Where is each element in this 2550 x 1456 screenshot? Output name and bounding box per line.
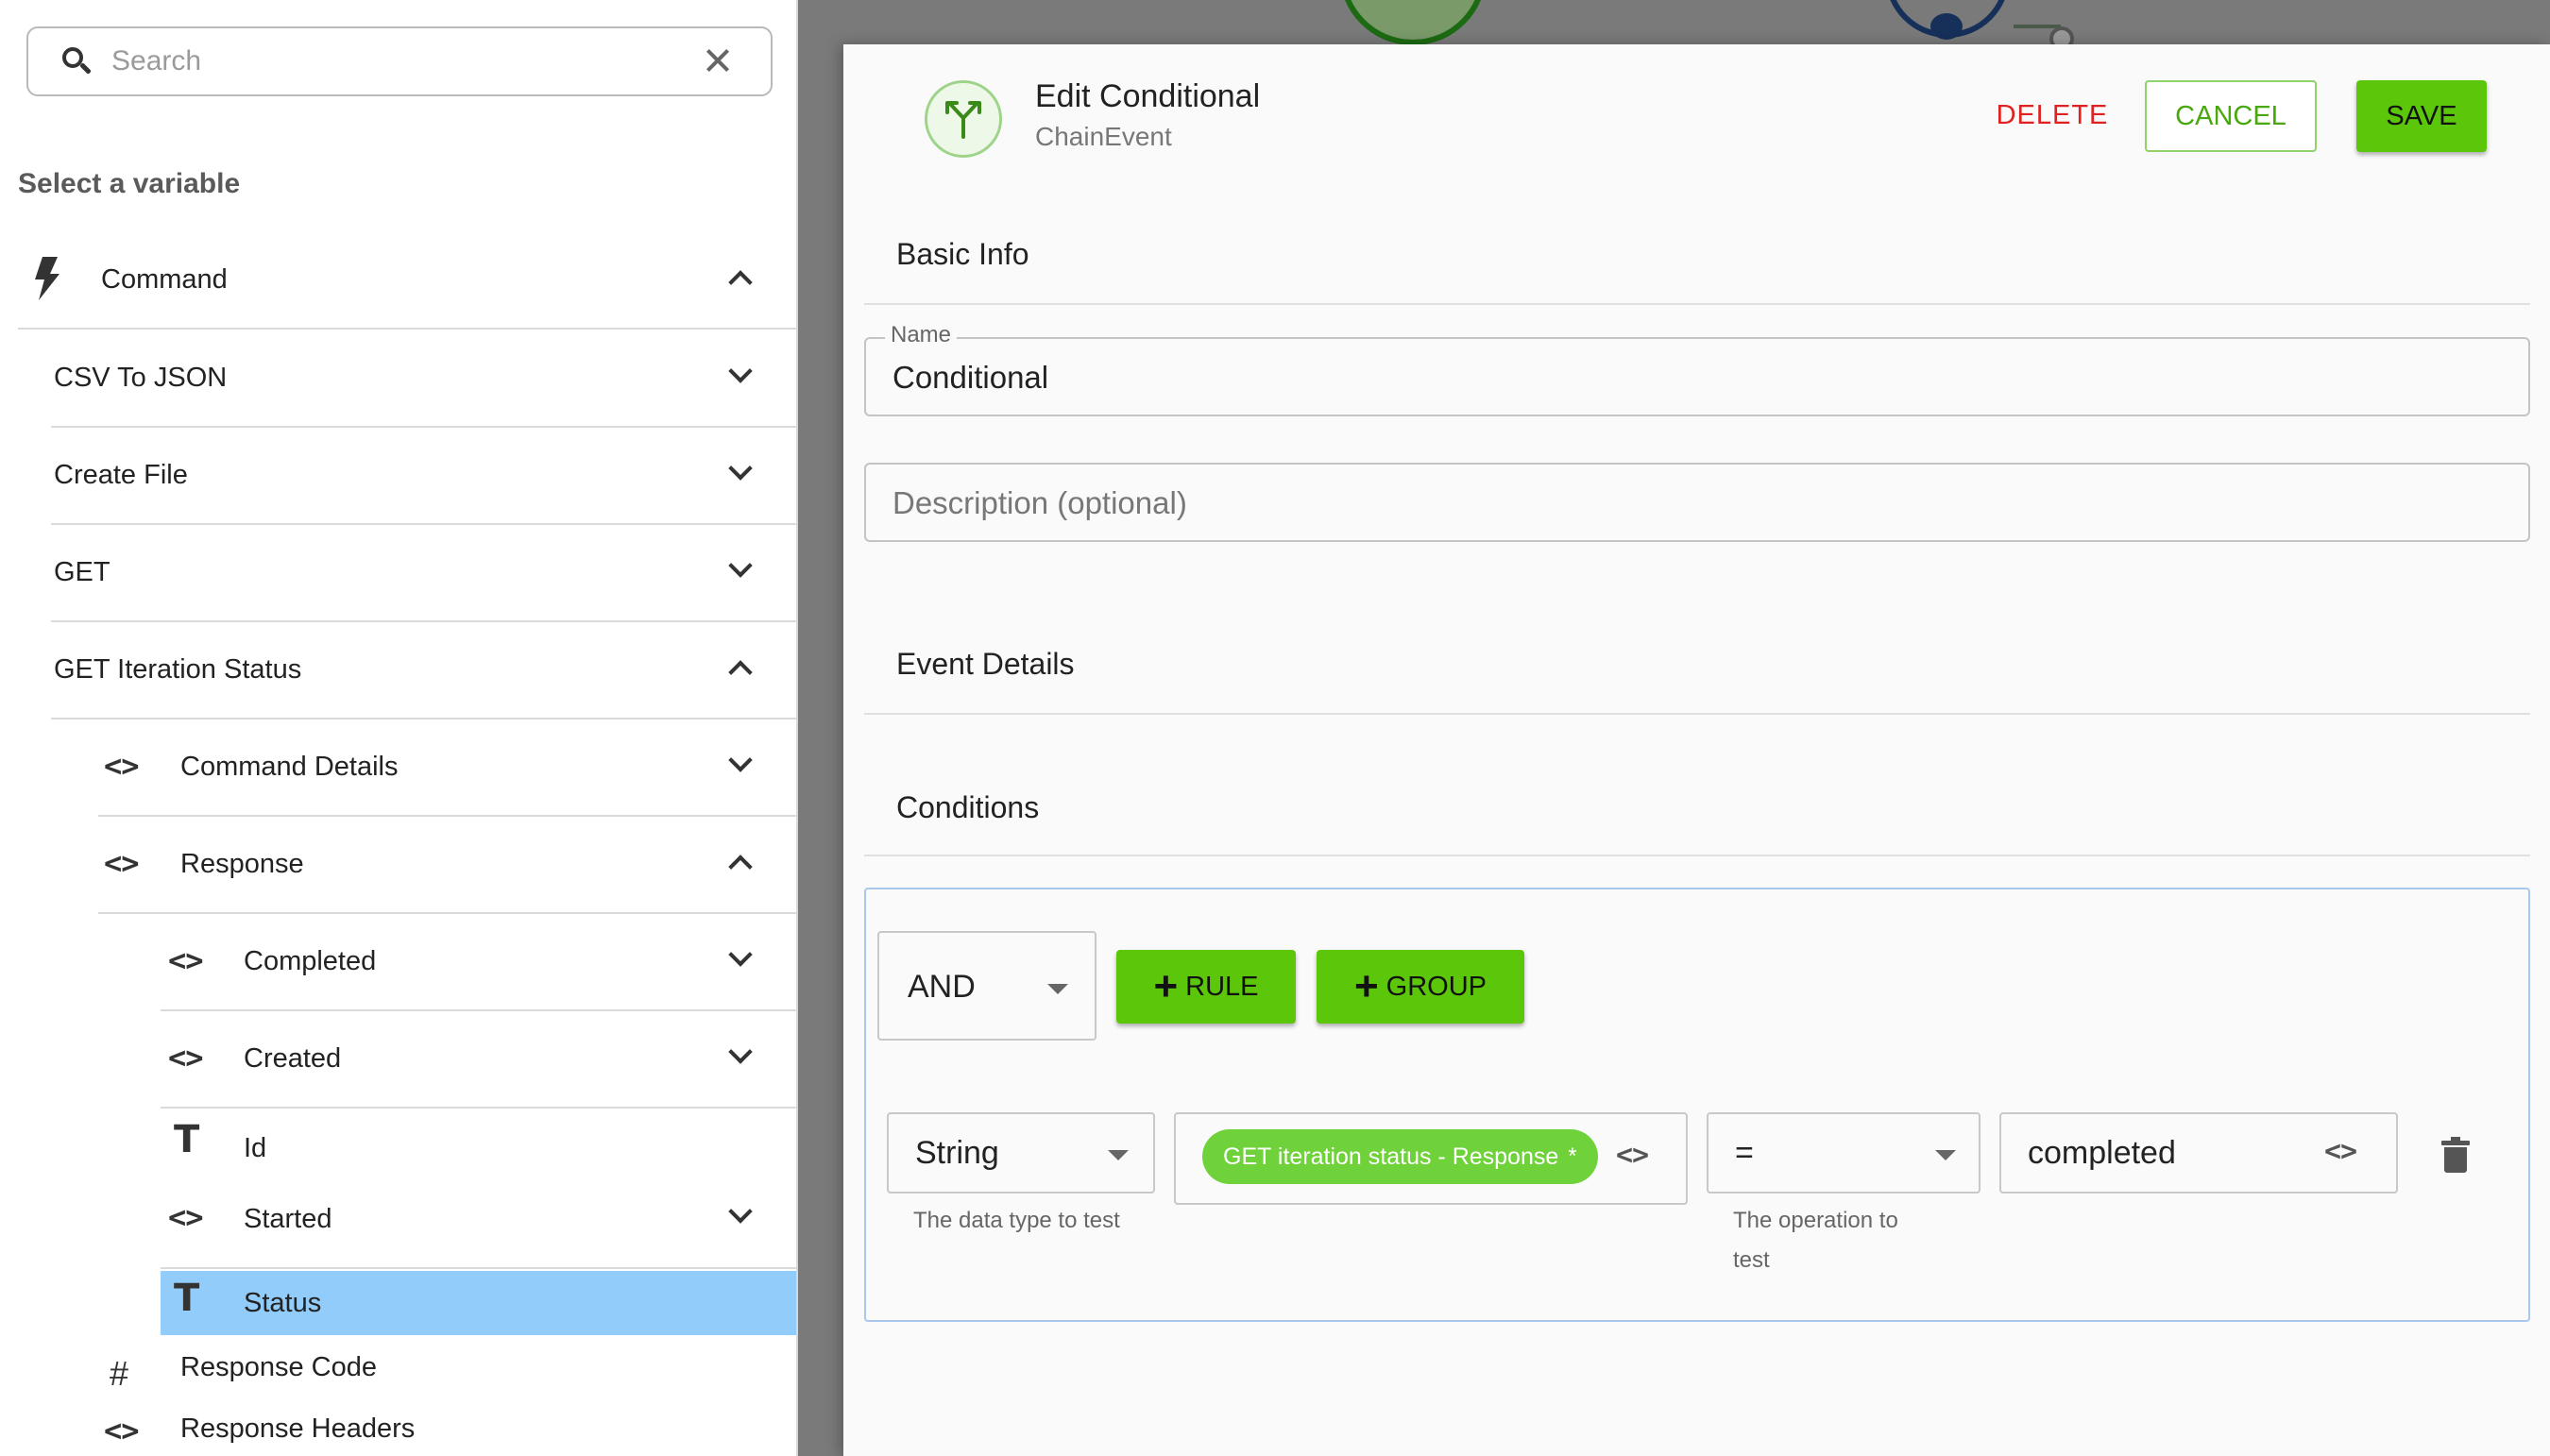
- section-title-event-details: Event Details: [896, 647, 1075, 681]
- variable-row-get[interactable]: GET: [51, 525, 796, 622]
- code-icon: <>: [104, 1413, 140, 1448]
- number-type-icon: #: [110, 1354, 129, 1393]
- plus-icon: +: [1353, 963, 1379, 1009]
- chevron-up-icon[interactable]: [728, 270, 753, 295]
- operation-helper: The operation to test: [1733, 1208, 1898, 1273]
- code-icon[interactable]: <>: [2324, 1135, 2357, 1168]
- trash-icon[interactable]: [2441, 1137, 2470, 1173]
- chevron-down-icon[interactable]: [728, 456, 753, 481]
- add-rule-button[interactable]: + RULE: [1116, 950, 1296, 1024]
- delete-button[interactable]: DELETE: [1958, 80, 2147, 150]
- variable-chip-mark: *: [1568, 1143, 1577, 1169]
- variable-chip[interactable]: GET iteration status - Response *: [1202, 1129, 1598, 1184]
- name-field-value[interactable]: Conditional: [892, 360, 1048, 396]
- description-field[interactable]: Description (optional): [864, 463, 2530, 542]
- variable-row-label: CSV To JSON: [54, 363, 228, 393]
- lightning-icon: [35, 257, 60, 300]
- caret-down-icon: [1935, 1150, 1956, 1160]
- variable-row-label: Id: [244, 1132, 267, 1163]
- chevron-down-icon[interactable]: [728, 359, 753, 383]
- search-box: [26, 26, 773, 96]
- data-type-helper: The data type to test: [913, 1208, 1120, 1233]
- divider: [864, 303, 2530, 305]
- text-type-icon: T: [174, 1277, 200, 1320]
- variable-row-label: Command: [101, 264, 228, 295]
- code-icon: <>: [104, 845, 140, 881]
- variable-row-completed[interactable]: <> Completed: [161, 914, 796, 1011]
- variable-row-label: Create File: [54, 460, 188, 490]
- variable-row-label: Command Details: [180, 752, 399, 782]
- search-icon: [60, 45, 93, 77]
- variable-row-get-iteration-status[interactable]: GET Iteration Status: [51, 622, 796, 720]
- cancel-button[interactable]: CANCEL: [2145, 80, 2317, 152]
- add-group-button[interactable]: + GROUP: [1317, 950, 1524, 1024]
- edit-conditional-panel: Edit Conditional ChainEvent DELETE CANCE…: [843, 44, 2550, 1456]
- variable-row-label: Response Code: [180, 1351, 377, 1382]
- conditional-branch-icon: [925, 80, 1002, 158]
- variable-row-response-headers[interactable]: <> Response Headers: [98, 1401, 796, 1456]
- chevron-down-icon[interactable]: [728, 942, 753, 967]
- variable-picker-panel: Select a variable Command CSV To JSON Cr…: [0, 0, 798, 1456]
- operation-value: =: [1735, 1135, 1754, 1171]
- variable-row-label: Created: [244, 1043, 342, 1074]
- divider: [864, 713, 2530, 715]
- variable-row-label: Completed: [244, 946, 377, 976]
- variable-row-response[interactable]: <> Response: [98, 817, 796, 914]
- clear-search-icon[interactable]: [699, 42, 737, 80]
- plus-icon: +: [1153, 963, 1179, 1009]
- workflow-node-connector: [1930, 13, 1963, 40]
- code-icon: <>: [168, 1040, 204, 1075]
- variable-row-label: Response Headers: [180, 1413, 416, 1444]
- search-input[interactable]: [111, 45, 699, 77]
- variable-row-label: Started: [244, 1203, 332, 1234]
- code-icon: <>: [168, 1199, 204, 1235]
- group-operator-value: AND: [908, 969, 976, 1005]
- chevron-up-icon[interactable]: [728, 855, 753, 879]
- code-icon: <>: [168, 942, 204, 978]
- chevron-down-icon[interactable]: [728, 1199, 753, 1224]
- variable-row-label: GET: [54, 557, 110, 587]
- chevron-down-icon[interactable]: [728, 553, 753, 578]
- variable-row-label: Response: [180, 849, 304, 879]
- variable-row-csv-to-json[interactable]: CSV To JSON: [51, 330, 796, 428]
- code-icon: <>: [104, 748, 140, 784]
- caret-down-icon: [1108, 1150, 1129, 1160]
- save-button[interactable]: SAVE: [2356, 80, 2487, 152]
- variable-row-status[interactable]: T Status: [161, 1271, 796, 1335]
- data-type-select[interactable]: String: [887, 1112, 1155, 1194]
- variable-row-label: GET Iteration Status: [54, 654, 302, 685]
- chevron-up-icon[interactable]: [728, 660, 753, 685]
- variable-row-created[interactable]: <> Created: [161, 1011, 796, 1109]
- variable-row-started[interactable]: <> Started: [161, 1171, 796, 1269]
- name-field[interactable]: Name Conditional: [864, 322, 2530, 416]
- code-icon[interactable]: <>: [1616, 1139, 1649, 1172]
- data-type-value: String: [915, 1135, 999, 1171]
- section-title-conditions: Conditions: [896, 790, 1040, 824]
- value-input-value[interactable]: completed: [2028, 1135, 2176, 1172]
- chevron-down-icon[interactable]: [728, 1040, 753, 1064]
- description-field-placeholder: Description (optional): [892, 485, 1187, 520]
- caret-down-icon: [1047, 984, 1068, 994]
- name-field-label: Name: [885, 322, 958, 348]
- variable-chip-label: GET iteration status - Response: [1223, 1143, 1559, 1170]
- picker-title: Select a variable: [18, 168, 241, 199]
- section-title-basic-info: Basic Info: [896, 237, 1029, 271]
- variable-row-response-code[interactable]: # Response Code: [98, 1341, 796, 1394]
- group-operator-select[interactable]: AND: [877, 931, 1096, 1041]
- variable-input[interactable]: GET iteration status - Response * <>: [1174, 1112, 1688, 1205]
- condition-group: AND + RULE + GROUP String The data type …: [864, 888, 2530, 1322]
- operation-select[interactable]: =: [1707, 1112, 1980, 1194]
- chevron-down-icon[interactable]: [728, 748, 753, 772]
- value-input[interactable]: completed <>: [1999, 1112, 2398, 1194]
- variable-row-command-details[interactable]: <> Command Details: [98, 720, 796, 817]
- add-rule-label: RULE: [1185, 971, 1259, 1002]
- variable-row-create-file[interactable]: Create File: [51, 428, 796, 525]
- panel-subtitle: ChainEvent: [1035, 122, 1172, 151]
- text-type-icon: T: [174, 1118, 200, 1161]
- panel-title: Edit Conditional: [1035, 78, 1261, 114]
- add-group-label: GROUP: [1386, 971, 1488, 1002]
- divider: [864, 855, 2530, 856]
- variable-row-command[interactable]: Command: [18, 232, 796, 330]
- variable-row-label: Status: [244, 1287, 322, 1318]
